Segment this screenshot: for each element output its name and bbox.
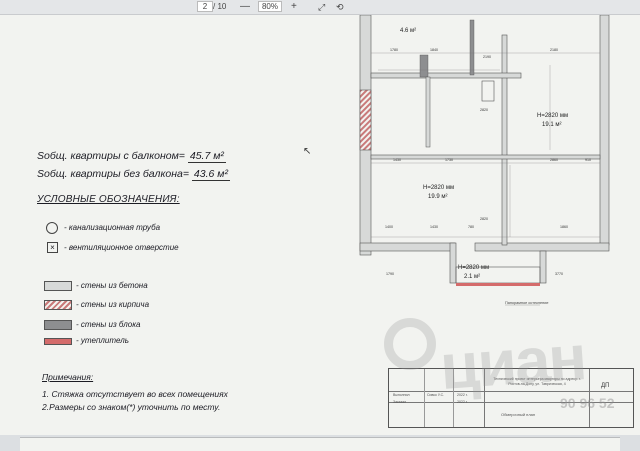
room-center-height: H=2820 мм xyxy=(423,185,454,191)
watermark: циан xyxy=(437,321,588,403)
legend-item-brick: - стены из кирпича xyxy=(76,300,150,309)
area-with-balcony-label: Sобщ. квартиры с балконом= xyxy=(37,150,185,162)
legend-item-sewer: - канализационная труба xyxy=(64,223,161,232)
dim-label: 2190 xyxy=(483,55,491,59)
zoom-out-button[interactable]: — xyxy=(240,1,250,13)
row-customer: Заказал xyxy=(393,400,407,404)
room-balcony-height: H=2820 мм xyxy=(458,265,489,271)
room-top-area: 4.6 м² xyxy=(400,28,416,34)
dim-label: 1400 xyxy=(385,225,393,229)
note-line-1: 1. Стяжка отсутствует во всех помещениях xyxy=(42,389,228,399)
wall-right-concrete xyxy=(599,15,610,246)
dim-label: 2820 xyxy=(480,217,488,221)
room-balcony-area: 2.1 м² xyxy=(464,274,480,280)
wall-brick xyxy=(359,89,372,151)
row-performed: Выполнил xyxy=(393,393,410,397)
zoom-in-button[interactable]: + xyxy=(291,1,297,13)
panoramic-label: Панорамное остекление xyxy=(505,301,548,305)
dim-label: 1430 xyxy=(393,158,401,162)
page-number-input[interactable]: 2 xyxy=(197,1,213,12)
wall-partition-top xyxy=(370,72,522,79)
dim-label: 1430 xyxy=(430,225,438,229)
floor-plan: 1780 1840 2190 2180 1430 1730 910 2860 2… xyxy=(359,15,610,306)
legend-item-vent: - вентиляционное отверстие xyxy=(64,243,179,252)
concrete-swatch xyxy=(44,281,72,291)
balcony-insulation xyxy=(456,283,540,286)
ventilation-icon: × xyxy=(47,242,58,253)
project-stage: ДП xyxy=(601,383,610,389)
wall-partition-mid xyxy=(370,154,601,160)
block-swatch xyxy=(44,320,72,330)
dim-label: 2820 xyxy=(480,108,488,112)
wall-balcony-right xyxy=(539,250,547,284)
area-without-balcony-value: 43.6 м² xyxy=(191,168,230,181)
area-with-balcony: Sобщ. квартиры с балконом= 45.7 м² xyxy=(37,150,226,163)
insulation-swatch xyxy=(44,338,72,345)
legend-item-concrete: - стены из бетона xyxy=(76,281,148,290)
wall-bottom-right xyxy=(474,242,610,252)
dim-label: 1780 xyxy=(390,48,398,52)
room-center-area: 19.9 м² xyxy=(428,194,447,200)
rotate-icon[interactable]: ⟲ xyxy=(336,1,344,13)
wall-block-2 xyxy=(469,19,475,76)
dim-label: 2860 xyxy=(550,158,558,162)
sewer-pipe-icon xyxy=(46,222,58,234)
watermark-logo-icon xyxy=(384,318,436,370)
dim-label: 1730 xyxy=(445,158,453,162)
dim-label: 1840 xyxy=(430,48,438,52)
wall-partition-center xyxy=(501,34,508,246)
room-right-area: 19.1 м² xyxy=(542,122,561,128)
dim-label: 3770 xyxy=(555,272,563,276)
mouse-cursor-icon: ↖ xyxy=(303,146,312,157)
dim-label: 910 xyxy=(585,158,591,162)
watermark-sub: 90 96 52 xyxy=(560,395,615,411)
wall-bottom-left xyxy=(359,242,456,252)
notes-title: Примечания: xyxy=(42,372,94,382)
brick-swatch xyxy=(44,300,72,310)
dim-label: 780 xyxy=(468,225,474,229)
legend-item-block: - стены из блока xyxy=(76,320,141,329)
dim-label: 1860 xyxy=(560,225,568,229)
area-without-balcony-label: Sобщ. квартиры без балкона= xyxy=(37,168,189,180)
room-right-height: H=2820 мм xyxy=(537,113,568,119)
legend-item-insulation: - утеплитель xyxy=(76,336,129,345)
page-total: / 10 xyxy=(213,2,227,11)
area-without-balcony: Sобщ. квартиры без балкона= 43.6 м² xyxy=(37,168,230,181)
dim-label: 2180 xyxy=(550,48,558,52)
zoom-level-input[interactable]: 80% xyxy=(258,1,282,12)
area-with-balcony-value: 45.7 м² xyxy=(187,150,226,163)
pdf-toolbar: 2 / 10 — 80% + ⤢ ⟲ xyxy=(0,0,640,15)
legend-title: УСЛОВНЫЕ ОБОЗНАЧЕНИЯ: xyxy=(37,194,180,205)
fit-page-icon[interactable]: ⤢ xyxy=(318,1,325,13)
next-page-edge xyxy=(20,437,620,451)
wall-balcony-left xyxy=(449,242,457,284)
note-line-2: 2.Размеры со знаком(*) уточнить по месту… xyxy=(42,402,221,412)
sheet-name: Обмерочный план xyxy=(501,412,536,417)
wall-block-1 xyxy=(419,54,429,78)
dim-label: 1790 xyxy=(386,272,394,276)
